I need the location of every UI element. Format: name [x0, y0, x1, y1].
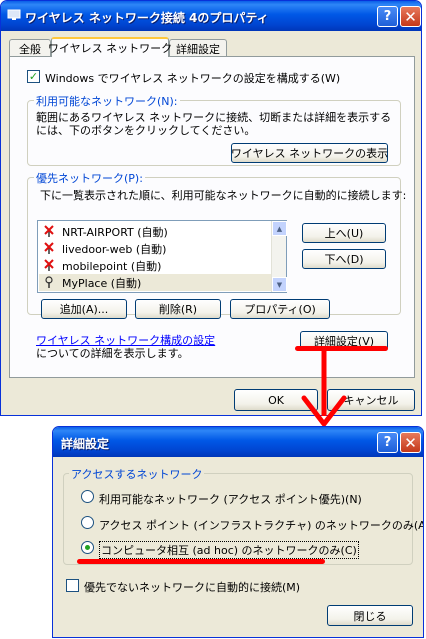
title-bar[interactable]: ワイヤレス ネットワーク接続 4のプロパティ ? ✕: [1, 1, 421, 31]
antenna-icon: [42, 276, 56, 290]
remove-label: 削除(R): [158, 303, 198, 316]
view-networks-label: ワイヤレス ネットワークの表示: [230, 147, 389, 160]
network-name: MyPlace (自動): [62, 276, 142, 290]
scroll-up-icon[interactable]: ▲: [272, 221, 287, 236]
help-icon: ?: [383, 9, 392, 24]
list-item[interactable]: mobilepoint (自動): [42, 257, 161, 274]
use-windows-checkbox[interactable]: ✓: [27, 70, 40, 83]
help-icon: ?: [383, 435, 392, 450]
radio-adhoc-label: コンピュータ相互 (ad hoc) のネットワークのみ(C): [99, 541, 359, 559]
annotation-arrow-icon: [301, 350, 347, 427]
properties-button[interactable]: プロパティ(O): [230, 299, 330, 319]
properties-dialog: ワイヤレス ネットワーク接続 4のプロパティ ? ✕ 全般 ワイヤレス ネットワ…: [0, 0, 422, 416]
list-item-selected[interactable]: MyPlace (自動): [39, 274, 271, 291]
move-down-label: 下へ(D): [324, 253, 364, 266]
available-networks-description: 範囲にあるワイヤレス ネットワークに接続、切断または詳細を表示するには、下のボタ…: [36, 111, 392, 137]
close-dialog-label: 閉じる: [353, 609, 387, 623]
title-bar-2[interactable]: 詳細設定 ? ✕: [53, 427, 423, 457]
preferred-networks-legend: 優先ネットワーク(P):: [34, 170, 145, 186]
close-button[interactable]: ✕: [400, 6, 421, 27]
help-button[interactable]: ?: [377, 6, 398, 27]
advanced-settings-dialog: 詳細設定 ? ✕ アクセスするネットワーク 利用可能なネットワーク (アクセス …: [52, 426, 424, 638]
tab-advanced-label: 詳細設定: [176, 42, 220, 56]
antenna-disabled-icon: [42, 225, 56, 239]
available-networks-legend: 利用可能なネットワーク(N):: [34, 93, 180, 109]
auto-connect-checkbox[interactable]: [66, 579, 79, 592]
radio-available-networks[interactable]: [81, 490, 94, 503]
antenna-disabled-icon: [42, 242, 56, 256]
dialog-title: ワイヤレス ネットワーク接続 4のプロパティ: [25, 11, 269, 25]
network-name: mobilepoint (自動): [62, 259, 162, 273]
list-item[interactable]: NRT-AIRPORT (自動): [42, 223, 168, 240]
move-up-button[interactable]: 上へ(U): [302, 223, 386, 243]
tab-panel: ✓ Windows でワイヤレス ネットワークの設定を構成する(W) 利用可能な…: [9, 56, 415, 378]
add-label: 追加(A)...: [59, 303, 109, 316]
radio-access-point-only[interactable]: [81, 516, 94, 529]
radio-access-point-label: アクセス ポイント (インフラストラクチャ) のネットワークのみ(A): [99, 519, 424, 532]
close-icon: ✕: [404, 7, 417, 26]
network-name: livedoor-web (自動): [62, 242, 167, 256]
tab-advanced[interactable]: 詳細設定: [169, 39, 227, 57]
radio-available-label: 利用可能なネットワーク (アクセス ポイント優先)(N): [99, 493, 362, 506]
move-up-label: 上へ(U): [324, 227, 364, 240]
add-button[interactable]: 追加(A)...: [41, 299, 127, 319]
auto-connect-label: 優先でないネットワークに自動的に接続(M): [84, 581, 301, 594]
network-icon: [7, 9, 21, 21]
network-name: NRT-AIRPORT (自動): [62, 225, 168, 239]
close-button-2[interactable]: ✕: [400, 432, 421, 453]
tab-wireless-label: ワイヤレス ネットワーク: [47, 42, 173, 55]
close-dialog-button[interactable]: 閉じる: [327, 605, 413, 626]
list-item[interactable]: livedoor-web (自動): [42, 240, 166, 257]
preferred-networks-description: 下に一覧表示された順に、利用可能なネットワークに自動的に接続します:: [40, 189, 407, 202]
properties-label: プロパティ(O): [244, 303, 316, 316]
close-icon: ✕: [404, 433, 417, 452]
ok-label: OK: [268, 393, 284, 407]
antenna-disabled-icon: [42, 259, 56, 273]
preferred-networks-list[interactable]: NRT-AIRPORT (自動) livedoor-web (自動) mobil…: [37, 220, 287, 293]
annotation-underline-2: [77, 559, 325, 564]
list-scrollbar[interactable]: ▲ ▼: [271, 221, 287, 292]
scroll-down-icon[interactable]: ▼: [272, 277, 287, 292]
view-wireless-networks-button[interactable]: ワイヤレス ネットワークの表示: [231, 143, 388, 163]
cancel-label: キャンセル: [343, 394, 399, 407]
move-down-button[interactable]: 下へ(D): [302, 249, 386, 269]
remove-button[interactable]: 削除(R): [135, 299, 221, 319]
dialog2-title: 詳細設定: [61, 437, 110, 451]
config-description: についての詳細を表示します。: [36, 347, 189, 360]
help-button-2[interactable]: ?: [377, 432, 398, 453]
tab-wireless-network[interactable]: ワイヤレス ネットワーク: [47, 37, 173, 57]
radio-adhoc-only[interactable]: [81, 541, 94, 554]
tab-general-label: 全般: [19, 42, 41, 56]
tab-general[interactable]: 全般: [9, 39, 51, 57]
access-network-legend: アクセスするネットワーク: [69, 466, 205, 482]
use-windows-label: Windows でワイヤレス ネットワークの設定を構成する(W): [45, 72, 341, 85]
